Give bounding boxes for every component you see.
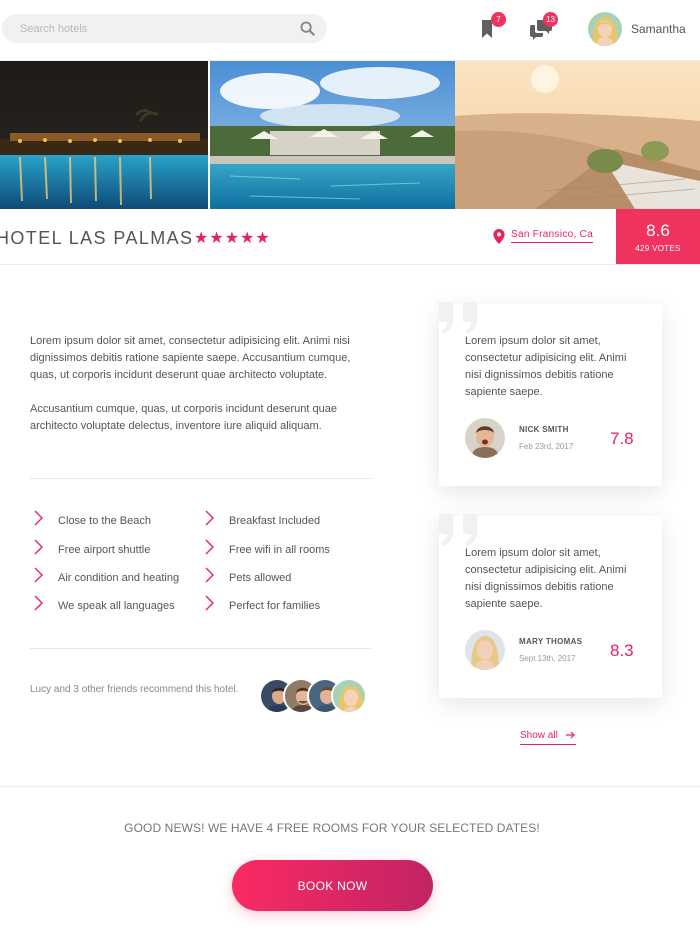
star-rating: ★★★★★	[194, 230, 271, 247]
hotel-photo-terrace[interactable]	[455, 61, 700, 209]
bookmarks-button[interactable]: 7	[478, 12, 506, 40]
user-name[interactable]: Samantha	[631, 22, 686, 36]
search-bar[interactable]	[2, 14, 327, 43]
chevron-right-icon	[205, 539, 214, 555]
top-header: 7 13 Samantha	[0, 0, 700, 61]
search-icon[interactable]	[300, 21, 315, 36]
amenity-label: Free wifi in all rooms	[229, 544, 330, 556]
friend-avatar[interactable]	[331, 678, 367, 714]
review-card: Lorem ipsum dolor sit amet, consectetur …	[439, 514, 662, 698]
amenity-label: Close to the Beach	[58, 515, 151, 527]
amenity-label: We speak all languages	[58, 600, 175, 612]
description-paragraph: Accusantium cumque, quas, ut corporis in…	[30, 403, 337, 432]
divider	[30, 648, 371, 649]
divider	[30, 478, 371, 479]
chevron-right-icon	[34, 595, 43, 611]
hotel-photo-night-pool[interactable]	[0, 61, 208, 209]
chevron-right-icon	[34, 510, 43, 526]
chevron-right-icon	[205, 595, 214, 611]
photo-gallery	[0, 61, 700, 209]
messages-button[interactable]: 13	[530, 12, 558, 40]
chevron-right-icon	[34, 567, 43, 583]
book-now-button[interactable]: BOOK NOW	[232, 860, 433, 911]
friend-avatars[interactable]	[259, 678, 371, 716]
chevron-right-icon	[205, 567, 214, 583]
user-avatar[interactable]	[588, 12, 622, 46]
review-date: Feb 23rd, 2017	[519, 442, 574, 451]
hotel-votes: 429 VOTES	[635, 244, 681, 253]
review-text: Lorem ipsum dolor sit amet, consectetur …	[465, 547, 627, 610]
hotel-title-bar: HOTEL LAS PALMAS ★★★★★ San Fransico, Ca …	[0, 209, 700, 265]
review-text: Lorem ipsum dolor sit amet, consectetur …	[465, 335, 627, 398]
review-score: 8.3	[610, 641, 634, 660]
review-score: 7.8	[610, 429, 634, 448]
hotel-score: 8.6	[646, 221, 670, 240]
location-pin-icon	[493, 229, 505, 244]
arrow-right-icon	[565, 731, 575, 739]
show-all-reviews-link[interactable]: Show all	[520, 730, 576, 745]
chevron-right-icon	[205, 510, 214, 526]
show-all-label: Show all	[520, 730, 558, 741]
reviewer-avatar	[465, 630, 505, 670]
hotel-photo-day-pool[interactable]	[210, 61, 455, 209]
chevron-right-icon	[34, 539, 43, 555]
search-input[interactable]	[20, 14, 290, 43]
reviewer-name: NICK SMITH	[519, 425, 569, 434]
hotel-description: Lorem ipsum dolor sit amet, consectetur …	[30, 333, 370, 435]
reviewer-avatar	[465, 418, 505, 458]
amenity-label: Breakfast Included	[229, 515, 321, 527]
description-paragraph: Lorem ipsum dolor sit amet, consectetur …	[30, 335, 351, 381]
hotel-location-link[interactable]: San Fransico, Ca	[511, 229, 594, 243]
amenity-label: Air condition and heating	[58, 572, 180, 584]
availability-message: GOOD NEWS! WE HAVE 4 FREE ROOMS FOR YOUR…	[124, 821, 540, 835]
review-date: Sept 13th, 2017	[519, 654, 576, 663]
amenity-label: Pets allowed	[229, 572, 292, 584]
amenity-label: Perfect for families	[229, 600, 321, 612]
hotel-score-box: 8.6 429 VOTES	[616, 209, 700, 264]
bookmarks-badge: 7	[491, 12, 506, 27]
reviewer-name: MARY THOMAS	[519, 637, 583, 646]
review-card: Lorem ipsum dolor sit amet, consectetur …	[439, 302, 662, 486]
hotel-name: HOTEL LAS PALMAS	[0, 228, 194, 248]
friends-recommendation: Lucy and 3 other friends recommend this …	[30, 684, 239, 695]
amenity-label: Free airport shuttle	[58, 544, 151, 556]
divider	[0, 786, 700, 787]
messages-badge: 13	[543, 12, 558, 27]
